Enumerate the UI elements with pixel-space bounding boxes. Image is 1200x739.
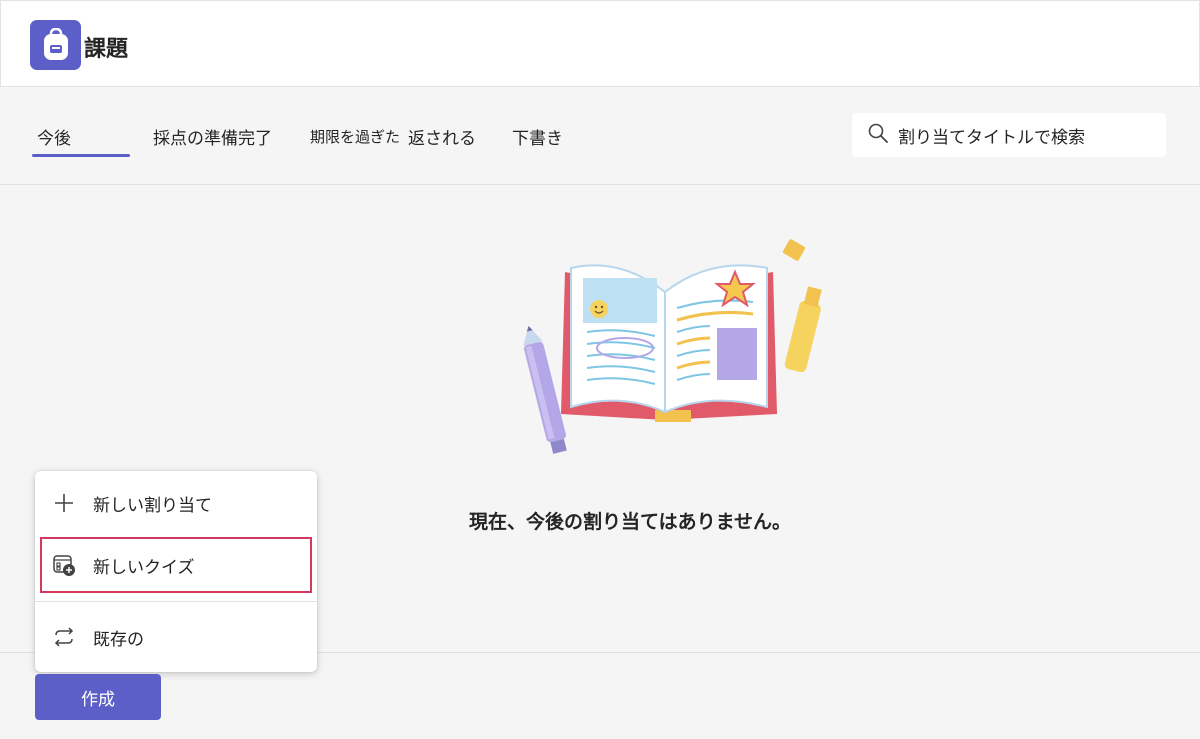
tab-returned[interactable]: 返される (408, 124, 476, 149)
search-placeholder: 割り当てタイトルで検索 (898, 127, 1085, 148)
backpack-icon (30, 20, 81, 70)
menu-item-label: 新しい割り当て (93, 495, 212, 516)
menu-item-new-quiz[interactable]: 新しいクイズ (40, 537, 312, 593)
menu-divider (35, 601, 317, 602)
tab-drafts[interactable]: 下書き (512, 124, 563, 149)
active-tab-indicator (32, 154, 130, 157)
tab-bar: 今後 採点の準備完了 期限を過ぎた 返される 下書き 割り当てタイトルで検索 (0, 87, 1200, 185)
search-icon (868, 123, 888, 147)
tab-upcoming[interactable]: 今後 (37, 124, 71, 149)
search-box[interactable]: 割り当てタイトルで検索 (852, 113, 1166, 157)
app-title: 課題 (84, 37, 129, 62)
create-menu: 新しい割り当て 新しいクイズ 既存の (35, 471, 317, 672)
plus-icon (51, 490, 77, 516)
quiz-icon (51, 552, 77, 578)
reuse-icon (51, 624, 77, 650)
tab-past-due[interactable]: 期限を過ぎた (310, 126, 400, 147)
menu-item-new-assignment[interactable]: 新しい割り当て (35, 475, 317, 531)
app-header: 課題 (0, 0, 1200, 87)
tab-ready-to-grade[interactable]: 採点の準備完了 (153, 124, 272, 149)
menu-item-reuse-existing[interactable]: 既存の (35, 609, 317, 665)
open-book-illustration (523, 239, 822, 454)
menu-item-label: 新しいクイズ (93, 557, 195, 578)
menu-item-label: 既存の (93, 629, 144, 650)
create-button[interactable]: 作成 (35, 674, 161, 720)
